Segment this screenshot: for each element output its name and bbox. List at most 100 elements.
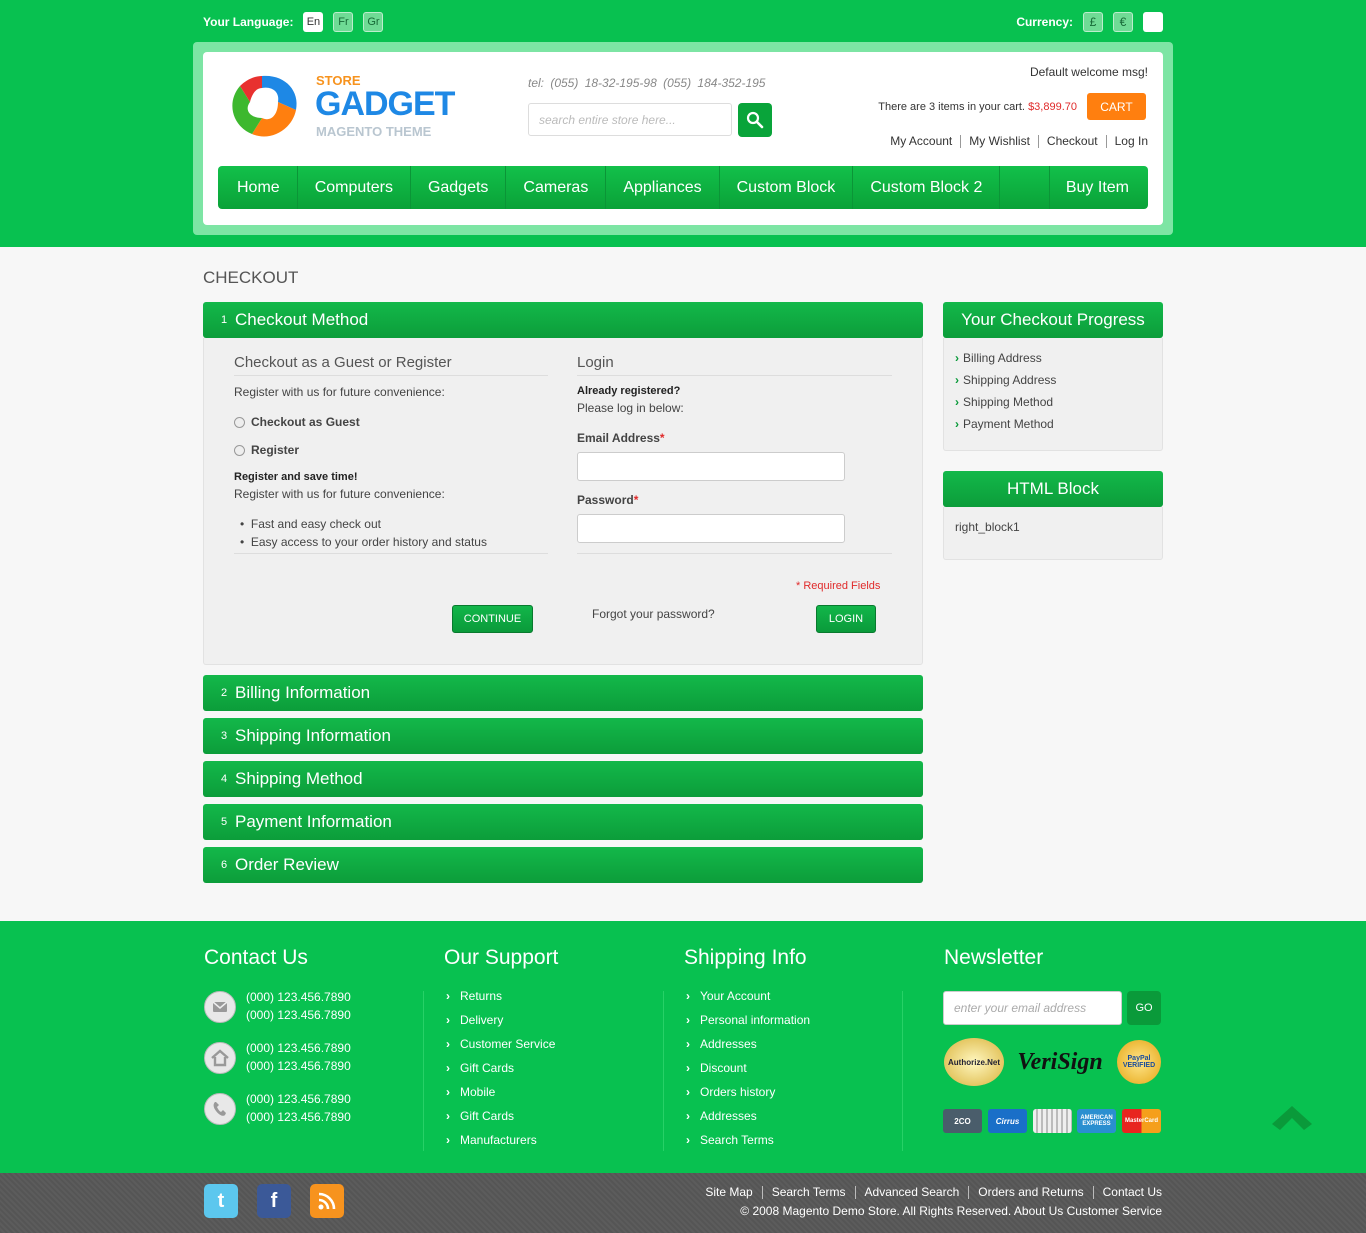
step-number: 3 bbox=[221, 730, 228, 742]
currency-switcher: Currency: £ € bbox=[1016, 12, 1163, 32]
phone-icon bbox=[204, 1093, 236, 1125]
rss-icon[interactable] bbox=[310, 1184, 344, 1218]
shipping-link[interactable]: › Addresses bbox=[686, 1109, 757, 1123]
step-order-review[interactable]: 6 Order Review bbox=[203, 847, 923, 883]
logo-icon[interactable] bbox=[226, 72, 300, 140]
divider bbox=[902, 991, 903, 1151]
facebook-icon[interactable]: f bbox=[257, 1184, 291, 1218]
register-save-intro: Register with us for future convenience: bbox=[234, 487, 445, 501]
progress-item: › Billing Address bbox=[955, 351, 1042, 365]
step-title: Shipping Method bbox=[235, 769, 363, 788]
password-field[interactable] bbox=[577, 514, 845, 543]
currency-gbp-button[interactable]: £ bbox=[1083, 12, 1103, 32]
generic-card-icon bbox=[1033, 1109, 1072, 1133]
nav-cameras[interactable]: Cameras bbox=[506, 166, 607, 209]
advanced-search-link[interactable]: Advanced Search bbox=[854, 1186, 969, 1199]
support-link[interactable]: › Mobile bbox=[446, 1085, 495, 1099]
nav-home[interactable]: Home bbox=[218, 166, 298, 209]
shipping-link[interactable]: › Search Terms bbox=[686, 1133, 774, 1147]
nav-custom-block[interactable]: Custom Block bbox=[720, 166, 854, 209]
continue-button[interactable]: CONTINUE bbox=[452, 605, 533, 633]
password-label: Password* bbox=[577, 493, 639, 507]
forgot-password-link[interactable]: Forgot your password? bbox=[592, 607, 715, 621]
step-checkout-method[interactable]: 1 Checkout Method bbox=[203, 302, 923, 338]
nav-gadgets[interactable]: Gadgets bbox=[411, 166, 507, 209]
nav-appliances[interactable]: Appliances bbox=[606, 166, 720, 209]
contact-us-link[interactable]: Contact Us bbox=[1092, 1186, 1162, 1199]
welcome-message: Default welcome msg! bbox=[1029, 65, 1148, 79]
search-terms-link[interactable]: Search Terms bbox=[761, 1186, 855, 1199]
bottom-links: Site Map Search Terms Advanced Search Or… bbox=[696, 1186, 1162, 1199]
checkout-link[interactable]: Checkout bbox=[1037, 135, 1106, 148]
chevron-right-icon: › bbox=[955, 373, 959, 387]
step-shipping-information[interactable]: 3 Shipping Information bbox=[203, 718, 923, 754]
register-radio-label[interactable]: Register bbox=[251, 443, 299, 457]
amex-card-icon: AMERICAN EXPRESS bbox=[1077, 1109, 1116, 1133]
search-button[interactable] bbox=[738, 103, 772, 137]
search-input[interactable]: search entire store here... bbox=[528, 103, 732, 136]
shipping-link[interactable]: › Personal information bbox=[686, 1013, 810, 1027]
twitter-icon[interactable]: t bbox=[204, 1184, 238, 1218]
email-field[interactable] bbox=[577, 452, 845, 481]
nav-custom-block-2[interactable]: Custom Block 2 bbox=[853, 166, 1001, 209]
divider bbox=[234, 553, 548, 554]
support-link[interactable]: › Manufacturers bbox=[446, 1133, 537, 1147]
guest-radio[interactable] bbox=[234, 417, 245, 428]
my-wishlist-link[interactable]: My Wishlist bbox=[960, 135, 1038, 148]
contact-phones: (000) 123.456.7890 (000) 123.456.7890 bbox=[246, 1041, 351, 1073]
register-save-title: Register and save time! bbox=[234, 471, 358, 483]
support-link[interactable]: › Customer Service bbox=[446, 1037, 555, 1051]
benefit-item: • Fast and easy check out bbox=[240, 517, 381, 531]
nav-computers[interactable]: Computers bbox=[298, 166, 411, 209]
cart-button[interactable]: CART bbox=[1087, 93, 1146, 120]
log-in-link[interactable]: Log In bbox=[1105, 135, 1148, 148]
html-block-title: HTML Block bbox=[943, 471, 1163, 507]
register-radio[interactable] bbox=[234, 445, 245, 456]
shipping-link[interactable]: › Your Account bbox=[686, 989, 770, 1003]
shipping-link[interactable]: › Orders history bbox=[686, 1085, 775, 1099]
chevron-right-icon: › bbox=[446, 989, 450, 1003]
divider bbox=[663, 991, 664, 1151]
language-en-button[interactable]: En bbox=[303, 12, 324, 32]
mastercard-card-icon: MasterCard bbox=[1122, 1109, 1161, 1133]
currency-usd-button[interactable] bbox=[1143, 12, 1163, 32]
chevron-right-icon: › bbox=[446, 1085, 450, 1099]
newsletter-go-button[interactable]: GO bbox=[1127, 991, 1161, 1025]
chevron-right-icon: › bbox=[686, 1109, 690, 1123]
contact-phones: (000) 123.456.7890 (000) 123.456.7890 bbox=[246, 990, 351, 1022]
support-link[interactable]: › Gift Cards bbox=[446, 1061, 514, 1075]
currency-label: Currency: bbox=[1016, 15, 1073, 29]
shipping-link[interactable]: › Discount bbox=[686, 1061, 747, 1075]
orders-returns-link[interactable]: Orders and Returns bbox=[968, 1186, 1092, 1199]
guest-radio-label[interactable]: Checkout as Guest bbox=[251, 415, 360, 429]
language-fr-button[interactable]: Fr bbox=[333, 12, 354, 32]
newsletter-email-input[interactable]: enter your email address bbox=[943, 991, 1122, 1025]
page-title: CHECKOUT bbox=[203, 268, 299, 287]
support-link[interactable]: › Gift Cards bbox=[446, 1109, 514, 1123]
support-link[interactable]: › Delivery bbox=[446, 1013, 503, 1027]
logo-name-text[interactable]: GADGET bbox=[315, 85, 455, 124]
chevron-right-icon: › bbox=[686, 1013, 690, 1027]
cart-count-text[interactable]: There are 3 items in your cart. bbox=[878, 101, 1025, 113]
my-account-link[interactable]: My Account bbox=[882, 135, 960, 148]
back-to-top-icon[interactable] bbox=[1270, 1098, 1314, 1134]
login-button[interactable]: LOGIN bbox=[816, 605, 876, 633]
guest-section-title: Checkout as a Guest or Register bbox=[234, 354, 548, 376]
chevron-right-icon: › bbox=[446, 1061, 450, 1075]
logo-subtitle: MAGENTO THEME bbox=[316, 124, 432, 139]
progress-item: › Shipping Method bbox=[955, 395, 1054, 409]
support-link[interactable]: › Returns bbox=[446, 989, 502, 1003]
currency-eur-button[interactable]: € bbox=[1113, 12, 1133, 32]
nav-buy-item[interactable]: Buy Item bbox=[1048, 166, 1148, 209]
html-block-text: right_block1 bbox=[955, 520, 1020, 534]
step-billing-information[interactable]: 2 Billing Information bbox=[203, 675, 923, 711]
step-title: Shipping Information bbox=[235, 726, 391, 745]
newsletter-title: Newsletter bbox=[944, 946, 1044, 969]
language-gr-button[interactable]: Gr bbox=[363, 12, 384, 32]
site-map-link[interactable]: Site Map bbox=[696, 1186, 761, 1199]
search-icon bbox=[746, 111, 764, 129]
shipping-link[interactable]: › Addresses bbox=[686, 1037, 757, 1051]
chevron-right-icon: › bbox=[446, 1109, 450, 1123]
step-shipping-method[interactable]: 4 Shipping Method bbox=[203, 761, 923, 797]
step-payment-information[interactable]: 5 Payment Information bbox=[203, 804, 923, 840]
